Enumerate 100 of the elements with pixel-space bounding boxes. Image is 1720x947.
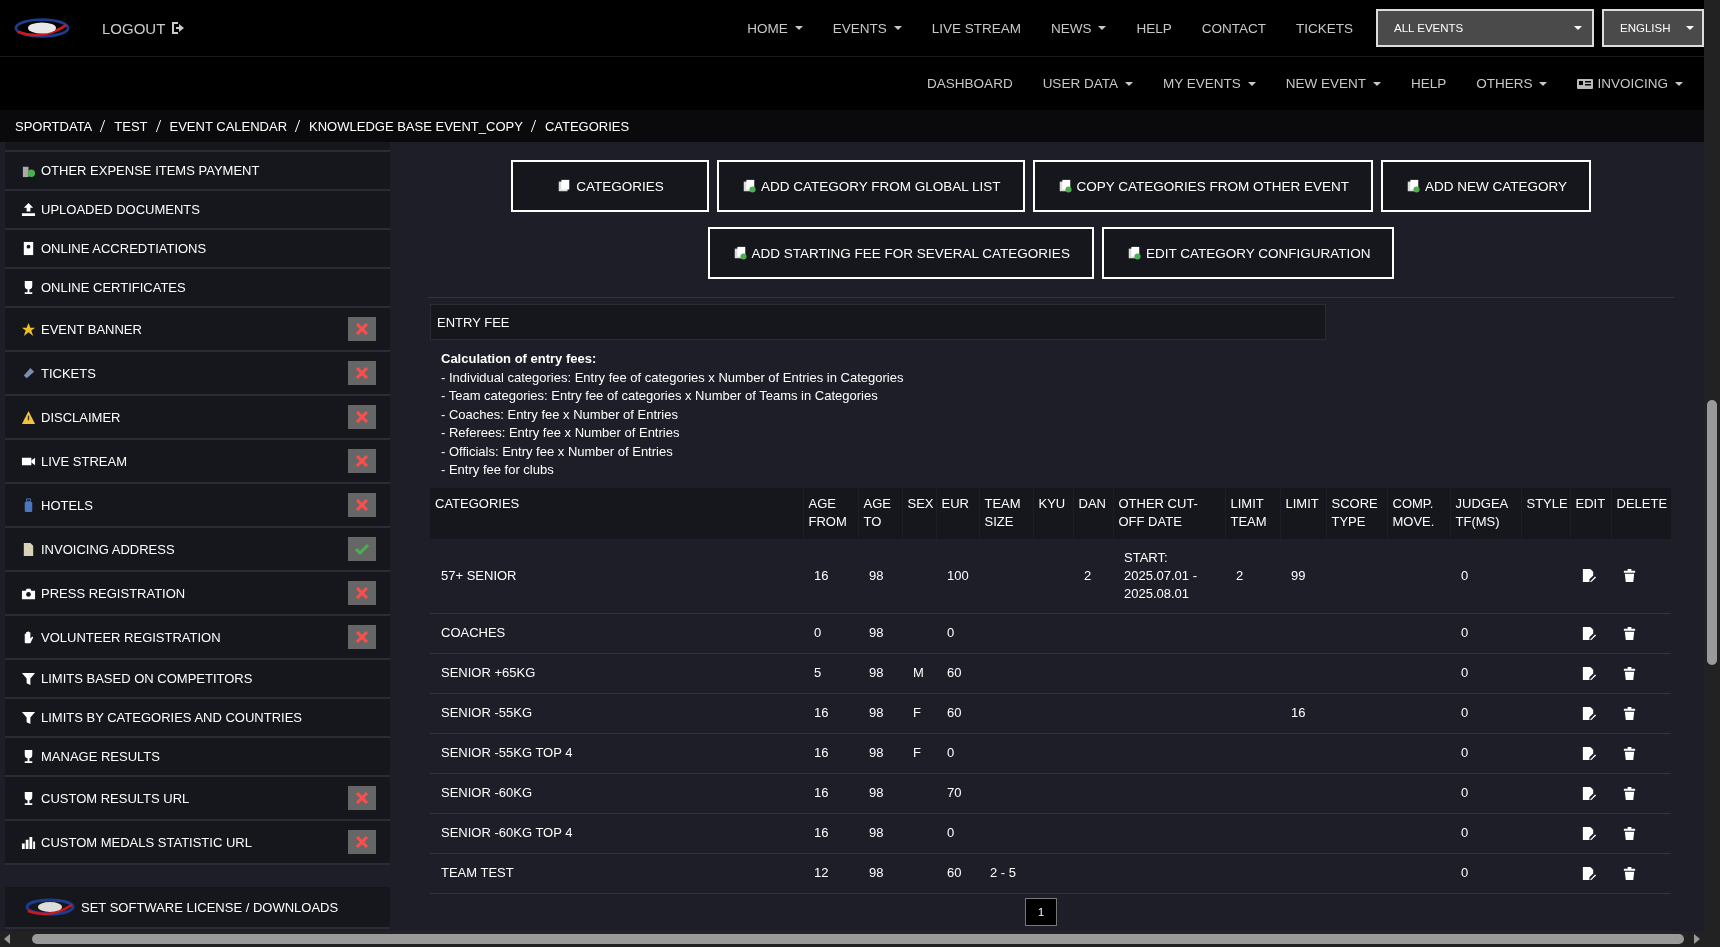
table-cell: 98 bbox=[869, 865, 884, 880]
sidebar-label: TICKETS bbox=[41, 365, 97, 381]
logo-icon bbox=[25, 897, 75, 917]
delete-icon[interactable] bbox=[1622, 865, 1637, 881]
breadcrumb-link[interactable]: CATEGORIES bbox=[544, 118, 630, 134]
sidebar-item[interactable]: PRESS REGISTRATION bbox=[5, 572, 390, 616]
edit-icon[interactable] bbox=[1581, 745, 1596, 761]
sidebar-item[interactable]: TICKETS bbox=[5, 352, 390, 396]
delete-icon[interactable] bbox=[1622, 745, 1637, 761]
nav-link[interactable]: EVENTS bbox=[817, 20, 917, 36]
sidebar-item[interactable]: CUSTOM RESULTS URL bbox=[5, 777, 390, 821]
table-cell: 98 bbox=[869, 705, 884, 720]
nav-link[interactable]: INVOICING bbox=[1562, 76, 1698, 91]
action-button[interactable]: COPY CATEGORIES FROM OTHER EVENT bbox=[1032, 160, 1374, 212]
sidebar-item[interactable]: UPLOADED DOCUMENTS bbox=[5, 191, 390, 230]
page-button[interactable]: 1 bbox=[1025, 897, 1057, 926]
sidebar-item[interactable]: ONLINE CERTIFICATES bbox=[5, 269, 390, 308]
sidebar-item[interactable]: ONLINE ACCREDTIATIONS bbox=[5, 230, 390, 269]
delete-icon[interactable] bbox=[1622, 625, 1637, 641]
table-cell: 70 bbox=[947, 785, 962, 800]
action-button[interactable]: CATEGORIES bbox=[510, 160, 709, 212]
table-cell: 5 bbox=[814, 665, 822, 680]
nav-link[interactable]: HELP bbox=[1121, 20, 1187, 36]
table-cell: 0 bbox=[1461, 567, 1469, 583]
table-cell: SENIOR -60KG TOP 4 bbox=[441, 825, 573, 840]
column-header: LIMIT bbox=[1285, 495, 1319, 511]
table-cell: 0 bbox=[1461, 665, 1469, 680]
filter-icon bbox=[21, 710, 36, 725]
logo-icon[interactable] bbox=[14, 16, 70, 40]
nav-link[interactable]: LIVE STREAM bbox=[916, 20, 1036, 36]
edit-icon[interactable] bbox=[1581, 785, 1596, 801]
nav-link[interactable]: USER DATA bbox=[1027, 76, 1148, 91]
fee-rule: - Coaches: Entry fee x Number of Entries bbox=[441, 405, 679, 424]
edit-icon[interactable] bbox=[1581, 705, 1596, 721]
sidebar-label: PRESS REGISTRATION bbox=[41, 585, 187, 601]
nav-link[interactable]: CONTACT bbox=[1186, 20, 1281, 36]
sidebar-item[interactable]: EVENT BANNER bbox=[5, 308, 390, 352]
nav-link[interactable]: OTHERS bbox=[1461, 76, 1563, 91]
horizontal-scrollbar[interactable] bbox=[0, 931, 1704, 947]
delete-icon[interactable] bbox=[1622, 568, 1637, 583]
delete-icon[interactable] bbox=[1622, 705, 1637, 721]
action-button[interactable]: ADD CATEGORY FROM GLOBAL LIST bbox=[716, 160, 1025, 212]
table-cell: 98 bbox=[869, 785, 884, 800]
table-cell: 0 bbox=[1461, 825, 1469, 840]
section-title: ENTRY FEE bbox=[430, 304, 1326, 340]
nav-link[interactable]: NEW EVENT bbox=[1270, 76, 1396, 91]
nav-link[interactable]: MY EVENTS bbox=[1147, 76, 1271, 91]
column-header: COMP. MOVE. bbox=[1392, 495, 1435, 529]
sidebar-item[interactable]: INVOICING ADDRESS bbox=[5, 528, 390, 572]
fee-rule: - Officials: Entry fee x Number of Entries bbox=[441, 442, 674, 461]
sidebar-item[interactable]: VOLUNTEER REGISTRATION bbox=[5, 616, 390, 660]
event-select[interactable]: ALL EVENTS bbox=[1376, 9, 1594, 47]
star-icon bbox=[21, 321, 36, 337]
edit-icon[interactable] bbox=[1581, 825, 1596, 841]
column-header: AGE FROM bbox=[808, 495, 847, 529]
breadcrumb-link[interactable]: SPORTDATA bbox=[15, 118, 93, 134]
nav-link[interactable]: NEWS bbox=[1035, 20, 1122, 36]
edit-icon[interactable] bbox=[1581, 568, 1596, 583]
badge-icon bbox=[21, 241, 36, 256]
edit-icon[interactable] bbox=[1581, 665, 1596, 681]
edit-icon[interactable] bbox=[1581, 865, 1596, 881]
nav-link[interactable]: HELP bbox=[1395, 76, 1462, 91]
delete-icon[interactable] bbox=[1622, 785, 1637, 801]
sidebar-label: LIVE STREAM bbox=[41, 453, 128, 469]
action-button[interactable]: ADD STARTING FEE FOR SEVERAL CATEGORIES bbox=[707, 227, 1094, 279]
sidebar-item[interactable]: HOTELS bbox=[5, 484, 390, 528]
delete-icon[interactable] bbox=[1622, 825, 1637, 841]
sidebar-item[interactable]: DISCLAIMER bbox=[5, 396, 390, 440]
table-cell: 16 bbox=[814, 745, 829, 760]
language-select[interactable]: ENGLISH bbox=[1602, 9, 1704, 47]
sidebar-item[interactable]: LIVE STREAM bbox=[5, 440, 390, 484]
sidebar-label: EVENT BANNER bbox=[41, 321, 143, 337]
vertical-scrollbar[interactable] bbox=[1704, 0, 1720, 947]
table-cell: 16 bbox=[814, 705, 829, 720]
document-icon bbox=[1405, 179, 1422, 193]
table-cell: START: 2025.07.01 - 2025.08.01 bbox=[1124, 549, 1197, 601]
breadcrumb-link[interactable]: TEST bbox=[114, 118, 148, 134]
fee-rule: - Team categories: Entry fee of categories x Number of Teams in Categories bbox=[441, 387, 879, 405]
sidebar-item[interactable]: MANAGE RESULTS bbox=[5, 738, 390, 777]
nav-link[interactable]: DASHBOARD bbox=[912, 76, 1028, 91]
sidebar-item[interactable]: LIMITS BY CATEGORIES AND COUNTRIES bbox=[5, 699, 390, 738]
table-cell: 100 bbox=[947, 567, 969, 583]
column-header: DAN bbox=[1078, 495, 1106, 511]
nav-link[interactable]: HOME bbox=[732, 20, 818, 36]
sidebar-label: MANAGE RESULTS bbox=[41, 749, 161, 764]
sidebar-label: LIMITS BY CATEGORIES AND COUNTRIES bbox=[41, 710, 303, 725]
delete-icon[interactable] bbox=[1622, 665, 1637, 681]
breadcrumb-link[interactable]: KNOWLEDGE BASE EVENT_COPY bbox=[309, 118, 523, 134]
license-link[interactable]: SET SOFTWARE LICENSE / DOWNLOADS bbox=[5, 887, 390, 929]
nav-link[interactable]: TICKETS bbox=[1281, 20, 1368, 36]
breadcrumb-link[interactable]: EVENT CALENDAR bbox=[169, 118, 288, 134]
sidebar-item[interactable]: LIMITS BASED ON COMPETITORS bbox=[5, 660, 390, 699]
sidebar-label: LIMITS BASED ON COMPETITORS bbox=[41, 671, 254, 686]
table-cell: SENIOR -60KG bbox=[441, 785, 533, 800]
sidebar-item[interactable]: OTHER EXPENSE ITEMS PAYMENT bbox=[5, 152, 390, 191]
logout-link[interactable]: LOGOUT bbox=[102, 19, 188, 37]
edit-icon[interactable] bbox=[1581, 625, 1596, 641]
action-button[interactable]: ADD NEW CATEGORY bbox=[1381, 160, 1592, 212]
action-button[interactable]: EDIT CATEGORY CONFIGURATION bbox=[1101, 227, 1395, 279]
sidebar-item[interactable]: CUSTOM MEDALS STATISTIC URL bbox=[5, 821, 390, 865]
